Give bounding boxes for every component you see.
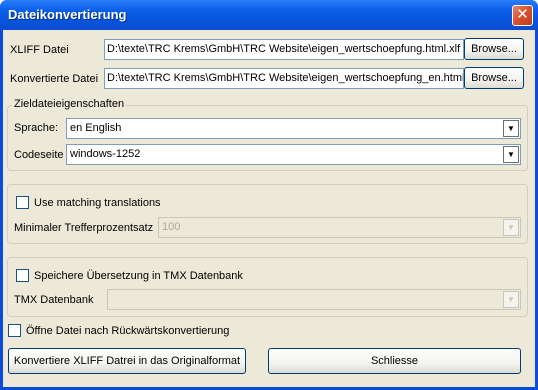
- convert-button[interactable]: Konvertiere XLIFF Datrei in das Original…: [8, 348, 246, 374]
- codepage-select[interactable]: windows-1252 ▼: [66, 144, 521, 165]
- xliff-file-label: XLIFF Datei: [10, 44, 69, 56]
- codepage-label: Codeseite: [14, 149, 64, 161]
- tmx-db-select[interactable]: ▼: [107, 289, 521, 310]
- chevron-down-icon[interactable]: ▼: [503, 219, 519, 236]
- xliff-file-input[interactable]: D:\texte\TRC Krems\GmbH\TRC Website\eige…: [104, 39, 464, 60]
- target-properties-title: Zieldateieigenschaften: [12, 98, 127, 110]
- min-match-label: Minimaler Trefferprozentsatz: [14, 222, 154, 234]
- converted-file-label: Konvertierte Datei: [10, 73, 99, 85]
- open-after-label[interactable]: Öffne Datei nach Rückwärtskonvertierung: [26, 325, 229, 337]
- tmx-db-label: TMX Datenbank: [14, 294, 94, 306]
- chevron-down-icon[interactable]: ▼: [503, 120, 519, 137]
- language-label: Sprache:: [14, 122, 59, 134]
- save-tmx-checkbox[interactable]: [16, 269, 29, 282]
- codepage-value: windows-1252: [70, 148, 141, 160]
- min-match-select[interactable]: 100 ▼: [158, 217, 521, 238]
- dialog-body: XLIFF Datei D:\texte\TRC Krems\GmbH\TRC …: [3, 30, 535, 387]
- use-matching-checkbox[interactable]: [16, 196, 29, 209]
- save-tmx-label[interactable]: Speichere Übersetzung in TMX Datenbank: [34, 270, 243, 282]
- window-title: Dateikonvertierung: [8, 7, 127, 22]
- title-bar[interactable]: Dateikonvertierung ✕: [0, 0, 538, 30]
- converted-file-input[interactable]: D:\texte\TRC Krems\GmbH\TRC Website\eige…: [104, 68, 464, 89]
- language-value: en English: [70, 122, 122, 134]
- dialog-window: Dateikonvertierung ✕ XLIFF Datei D:\text…: [0, 0, 538, 390]
- language-select[interactable]: en English ▼: [66, 118, 521, 139]
- chevron-down-icon[interactable]: ▼: [503, 291, 519, 308]
- chevron-down-icon[interactable]: ▼: [503, 146, 519, 163]
- close-dialog-button[interactable]: Schliesse: [268, 348, 521, 374]
- close-button[interactable]: ✕: [512, 5, 533, 26]
- min-match-value: 100: [162, 221, 181, 233]
- converted-browse-button[interactable]: Browse...: [464, 67, 524, 89]
- use-matching-label[interactable]: Use matching translations: [34, 197, 161, 209]
- open-after-checkbox[interactable]: [8, 324, 21, 337]
- close-icon: ✕: [516, 6, 529, 23]
- xliff-browse-button[interactable]: Browse...: [464, 38, 524, 60]
